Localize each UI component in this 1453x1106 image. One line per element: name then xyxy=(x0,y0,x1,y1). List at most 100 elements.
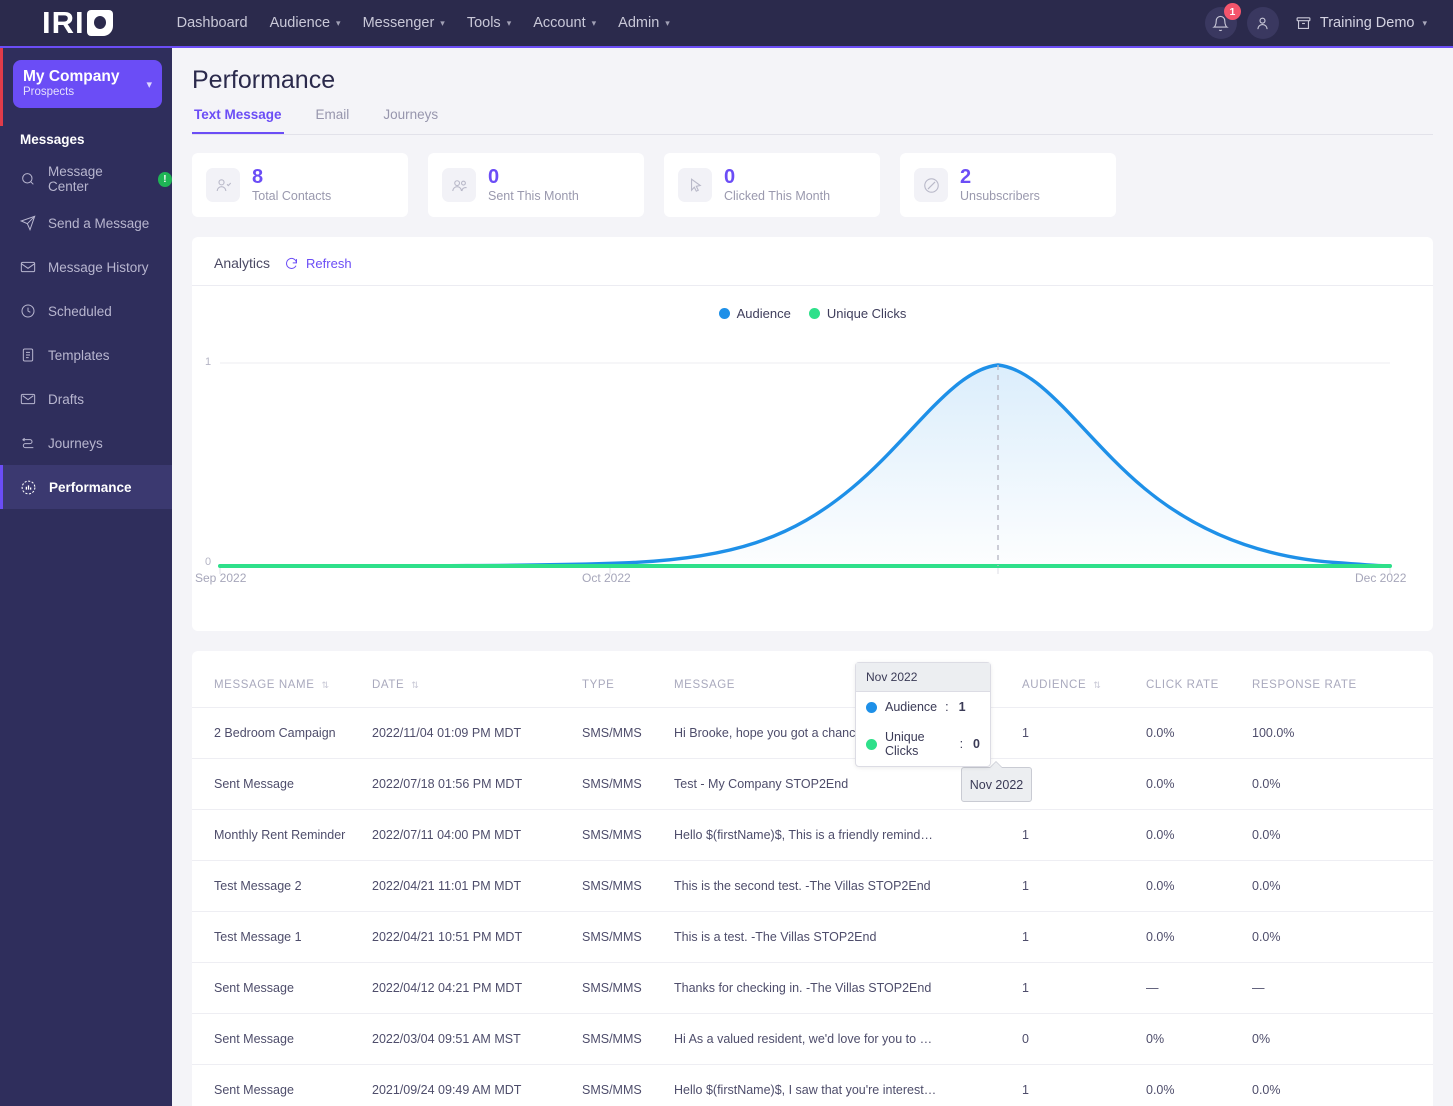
sidebar-item-message-history[interactable]: Message History xyxy=(0,245,172,289)
legend-item-unique-clicks[interactable]: Unique Clicks xyxy=(808,306,907,321)
sidebar-item-performance[interactable]: Performance xyxy=(0,465,172,509)
main-content: Performance Text Message Email Journeys … xyxy=(172,48,1453,1106)
legend-item-audience[interactable]: Audience xyxy=(718,306,791,321)
table-row[interactable]: Monthly Rent Reminder 2022/07/11 04:00 PM… xyxy=(192,809,1433,861)
table-header-row: MESSAGE NAME ⇅ DATE ⇅ TYPE MESSAGE AUDIENC xyxy=(192,651,1433,708)
sidebar-item-label: Send a Message xyxy=(48,215,150,231)
sort-icon[interactable]: ⇅ xyxy=(322,680,330,690)
nav-link-messenger[interactable]: Messenger ▾ xyxy=(363,15,445,31)
page-title: Performance xyxy=(192,66,336,94)
company-subtitle: Prospects xyxy=(23,86,75,98)
sidebar-item-label: Performance xyxy=(49,479,132,495)
table-header: MESSAGE NAME ⇅ DATE ⇅ TYPE MESSAGE AUDIENC xyxy=(192,651,1433,708)
analytics-title: Analytics xyxy=(214,255,271,271)
chevron-down-icon: ▾ xyxy=(591,17,597,28)
sidebar-item-drafts[interactable]: Drafts xyxy=(0,377,172,421)
col-header-response-rate: RESPONSE RATE xyxy=(1252,651,1433,708)
table-row[interactable]: Test Message 2 2022/04/21 11:01 PM MDT SMS… xyxy=(192,860,1433,912)
stat-value: 0 xyxy=(488,166,500,188)
sort-icon[interactable]: ⇅ xyxy=(411,680,419,690)
archive-box-icon xyxy=(1296,16,1311,29)
tab-email[interactable]: Email xyxy=(314,107,352,134)
nav-link-label: Tools xyxy=(466,15,501,31)
top-navbar: IRI Dashboard Audience ▾ Messenger ▾ Too… xyxy=(0,0,1453,48)
type-cell: SMS/MMS xyxy=(582,809,674,861)
stat-card-clicked-this-month: 0 Clicked This Month xyxy=(664,153,880,217)
date-cell: 2022/07/11 04:00 PM MDT xyxy=(372,809,582,861)
date-cell: 2022/11/04 01:09 PM MDT xyxy=(372,707,582,759)
nav-link-account[interactable]: Account ▾ xyxy=(533,15,596,31)
table-row[interactable]: Sent Message 2022/03/04 09:51 AM MST SMS/M… xyxy=(192,1013,1433,1065)
click-rate-cell: 0% xyxy=(1146,1013,1252,1065)
nav-link-dashboard[interactable]: Dashboard xyxy=(177,15,248,31)
type-cell: SMS/MMS xyxy=(582,911,674,963)
nav-link-admin[interactable]: Admin ▾ xyxy=(618,15,670,31)
message-cell: Hello $(firstName)$, I saw that you're i… xyxy=(674,1064,1022,1106)
tab-text-message[interactable]: Text Message xyxy=(192,107,284,134)
tooltip-dot-audience xyxy=(866,701,877,713)
tab-journeys[interactable]: Journeys xyxy=(381,107,440,134)
search-icon xyxy=(22,173,34,185)
stat-value: 2 xyxy=(960,166,972,188)
table-row[interactable]: 2 Bedroom Campaign 2022/11/04 01:09 PM MD… xyxy=(192,707,1433,759)
type-cell: SMS/MMS xyxy=(582,1013,674,1065)
tooltip-value: 1 xyxy=(958,700,966,714)
col-header-audience[interactable]: AUDIENCE ⇅ xyxy=(1022,651,1146,708)
sidebar-item-send-a-message[interactable]: Send a Message xyxy=(0,201,172,245)
col-header-date[interactable]: DATE ⇅ xyxy=(372,651,582,708)
sidebar-item-label: Drafts xyxy=(48,391,85,407)
stat-label: Total Contacts xyxy=(252,189,332,203)
sidebar-item-journeys[interactable]: Journeys xyxy=(0,421,172,465)
irio-logo-icon[interactable]: IRI xyxy=(42,5,113,41)
date-cell: 2021/09/24 09:49 AM MDT xyxy=(372,1064,582,1106)
audience-cell: 1 xyxy=(1022,860,1146,912)
chart-legend: Audience Unique Clicks xyxy=(192,286,1433,321)
date-cell: 2022/03/04 09:51 AM MST xyxy=(372,1013,582,1065)
nav-link-audience[interactable]: Audience ▾ xyxy=(270,15,341,31)
click-rate-cell: 0.0% xyxy=(1146,809,1252,861)
journeys-icon xyxy=(22,437,34,449)
col-header-label: MESSAGE NAME xyxy=(214,679,315,691)
analytics-chart[interactable]: Audience Unique Clicks 1 0 Sep 2022 Oct … xyxy=(192,286,1433,802)
user-check-icon xyxy=(206,168,240,202)
paper-plane-icon xyxy=(20,215,36,231)
refresh-label: Refresh xyxy=(306,255,352,271)
performance-icon xyxy=(21,480,36,494)
audience-cell: 1 xyxy=(1022,962,1146,1014)
refresh-button[interactable]: Refresh xyxy=(284,256,352,271)
stat-cards: 8 Total Contacts 0 Sent This Month 0 Cli… xyxy=(192,153,1453,217)
logo-o-mark xyxy=(86,10,113,36)
table-row[interactable]: Sent Message 2022/07/18 01:56 PM MDT SMS/M… xyxy=(192,758,1433,810)
col-header-message-name[interactable]: MESSAGE NAME ⇅ xyxy=(192,651,372,708)
sidebar-item-templates[interactable]: Templates xyxy=(0,333,172,377)
org-switcher[interactable]: Training Demo ▾ xyxy=(1295,15,1427,32)
message-name-cell: Sent Message xyxy=(192,758,372,810)
response-rate-cell: — xyxy=(1252,962,1433,1014)
sort-icon[interactable]: ⇅ xyxy=(1093,680,1101,690)
response-rate-cell: 0.0% xyxy=(1252,1064,1433,1106)
audience-cell: 1 xyxy=(1022,707,1146,759)
response-rate-cell: 0.0% xyxy=(1252,809,1433,861)
no-entry-icon xyxy=(914,168,948,202)
chart-tooltip: Nov 2022 Audience: 1 Unique Clicks: 0 xyxy=(855,662,991,767)
table-body: 2 Bedroom Campaign 2022/11/04 01:09 PM MD… xyxy=(192,707,1433,1106)
col-header-label: CLICK RATE xyxy=(1146,679,1219,691)
sidebar-item-scheduled[interactable]: Scheduled xyxy=(0,289,172,333)
notifications-button[interactable]: 1 xyxy=(1204,3,1241,39)
notification-badge: 1 xyxy=(1223,3,1241,20)
app-root: IRI Dashboard Audience ▾ Messenger ▾ Too… xyxy=(0,0,1453,1106)
nav-link-tools[interactable]: Tools ▾ xyxy=(467,15,511,31)
messages-table: MESSAGE NAME ⇅ DATE ⇅ TYPE MESSAGE AUDIENC xyxy=(192,651,1433,1106)
table-row[interactable]: Test Message 1 2022/04/21 10:51 PM MDT SMS… xyxy=(192,911,1433,963)
col-header-label: MESSAGE xyxy=(674,679,736,691)
nav-link-label: Audience xyxy=(269,15,331,31)
clock-icon xyxy=(21,304,35,318)
company-switcher[interactable]: My Company Prospects ▾ xyxy=(13,60,162,108)
table-row[interactable]: Sent Message 2022/04/12 04:21 PM MDT SMS/M… xyxy=(192,962,1433,1014)
user-profile-button[interactable] xyxy=(1246,7,1279,39)
response-rate-cell: 0.0% xyxy=(1252,911,1433,963)
sidebar-item-message-center[interactable]: Message Center ! xyxy=(0,157,172,201)
table-row[interactable]: Sent Message 2021/09/24 09:49 AM MDT SMS/M… xyxy=(192,1064,1433,1106)
legend-label: Unique Clicks xyxy=(826,306,907,321)
message-cell: This is the second test. -The Villas STO… xyxy=(674,860,1022,912)
